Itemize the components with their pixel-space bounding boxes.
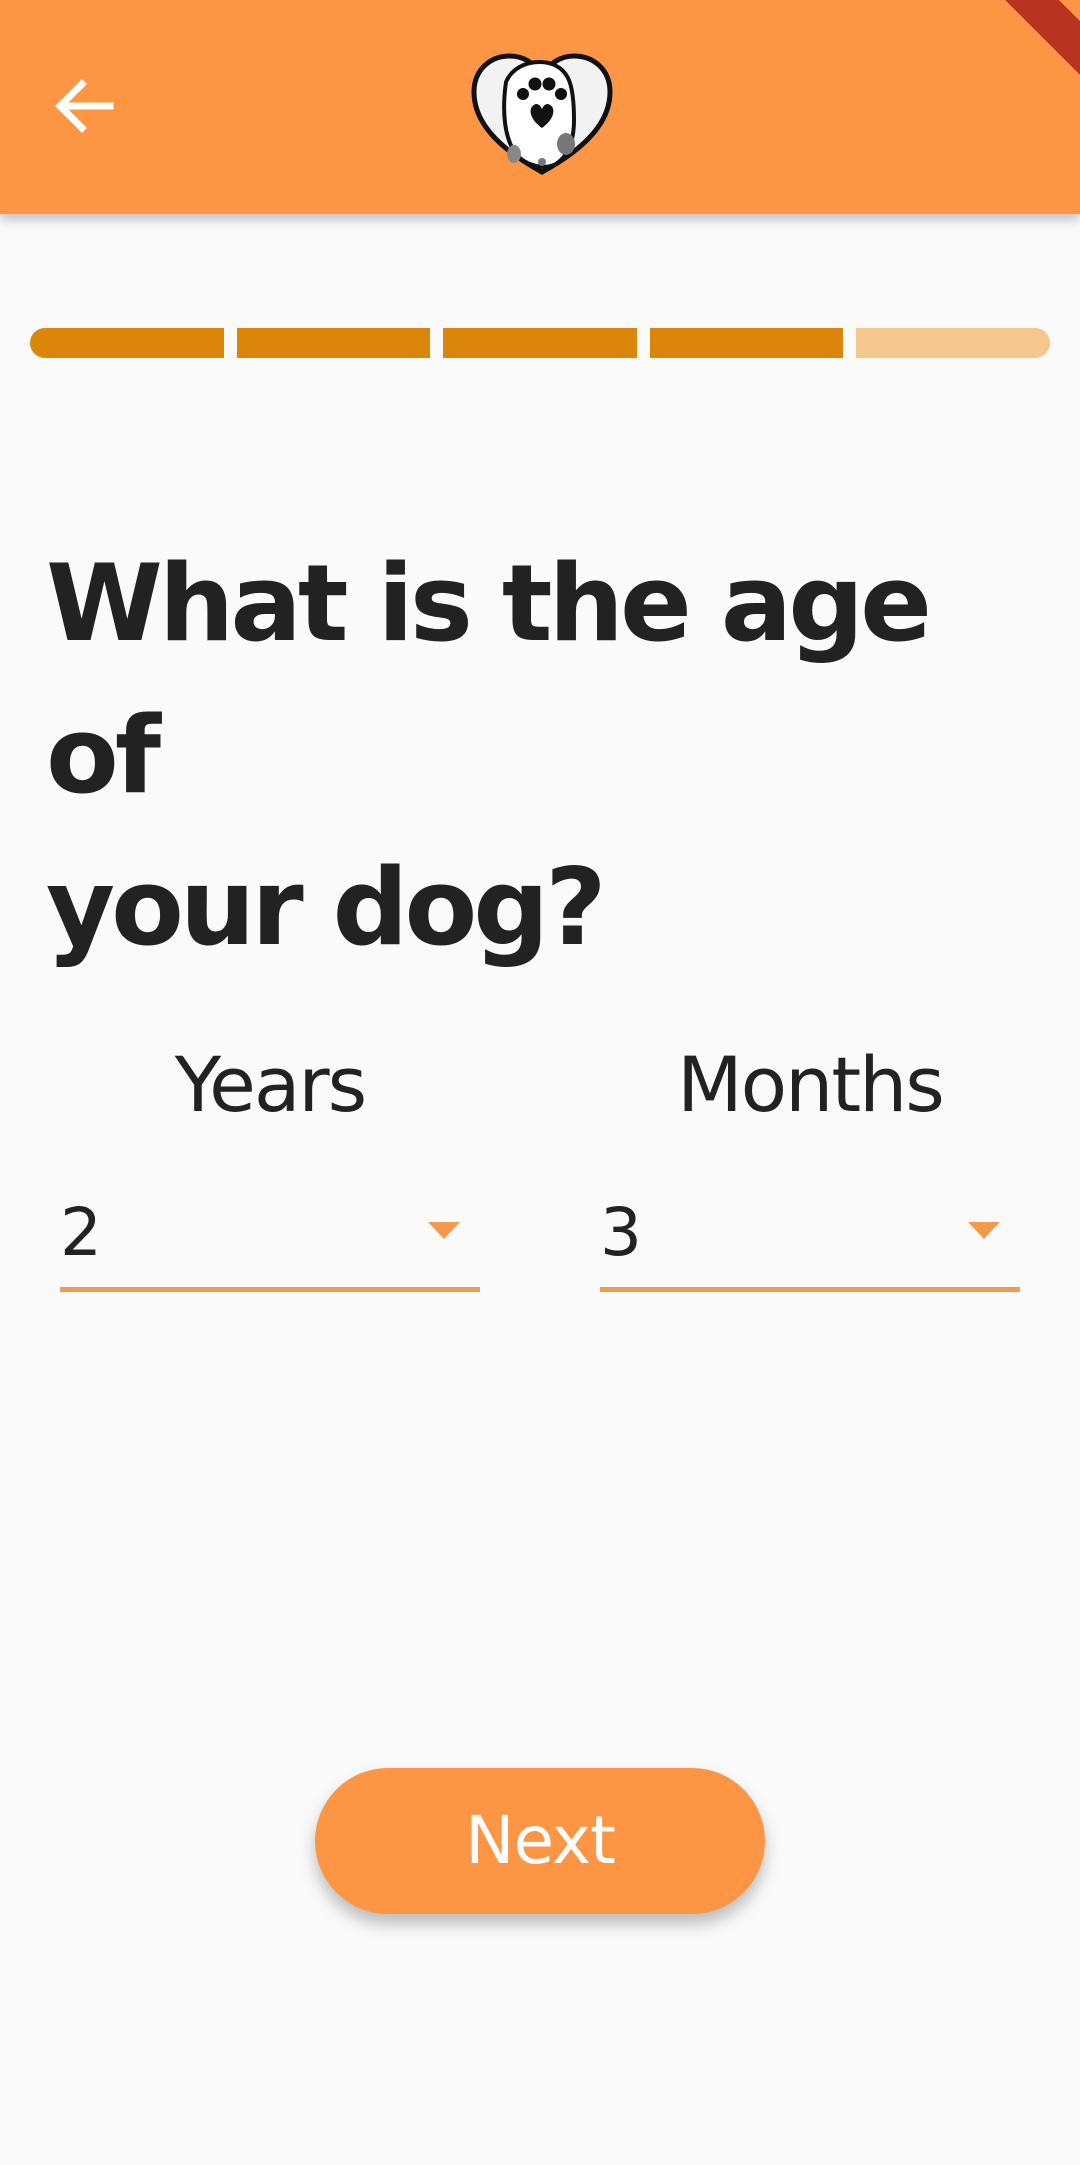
progress-indicator — [30, 328, 1050, 358]
back-button[interactable] — [44, 66, 124, 146]
years-value: 2 — [60, 1194, 102, 1271]
progress-step-1 — [30, 328, 224, 358]
months-value: 3 — [600, 1194, 642, 1271]
question-line-2: your dog? — [46, 846, 607, 969]
dog-paw-heart-logo — [471, 53, 613, 175]
progress-step-5 — [856, 328, 1050, 358]
caret-down-icon — [968, 1222, 1000, 1239]
question-title: What is the age of your dog? — [46, 528, 1006, 984]
next-button[interactable]: Next — [315, 1768, 765, 1914]
arrow-left-icon — [55, 79, 114, 133]
progress-step-4 — [649, 328, 844, 358]
years-dropdown[interactable]: 2 — [60, 1180, 480, 1292]
caret-down-icon — [428, 1222, 460, 1239]
months-dropdown[interactable]: 3 — [600, 1180, 1020, 1292]
progress-step-2 — [236, 328, 431, 358]
question-line-1: What is the age of — [46, 542, 932, 817]
years-label: Years — [174, 1040, 368, 1129]
app-bar — [0, 0, 1080, 214]
months-label: Months — [677, 1040, 945, 1129]
debug-banner — [983, 0, 1080, 99]
progress-step-3 — [443, 328, 637, 358]
